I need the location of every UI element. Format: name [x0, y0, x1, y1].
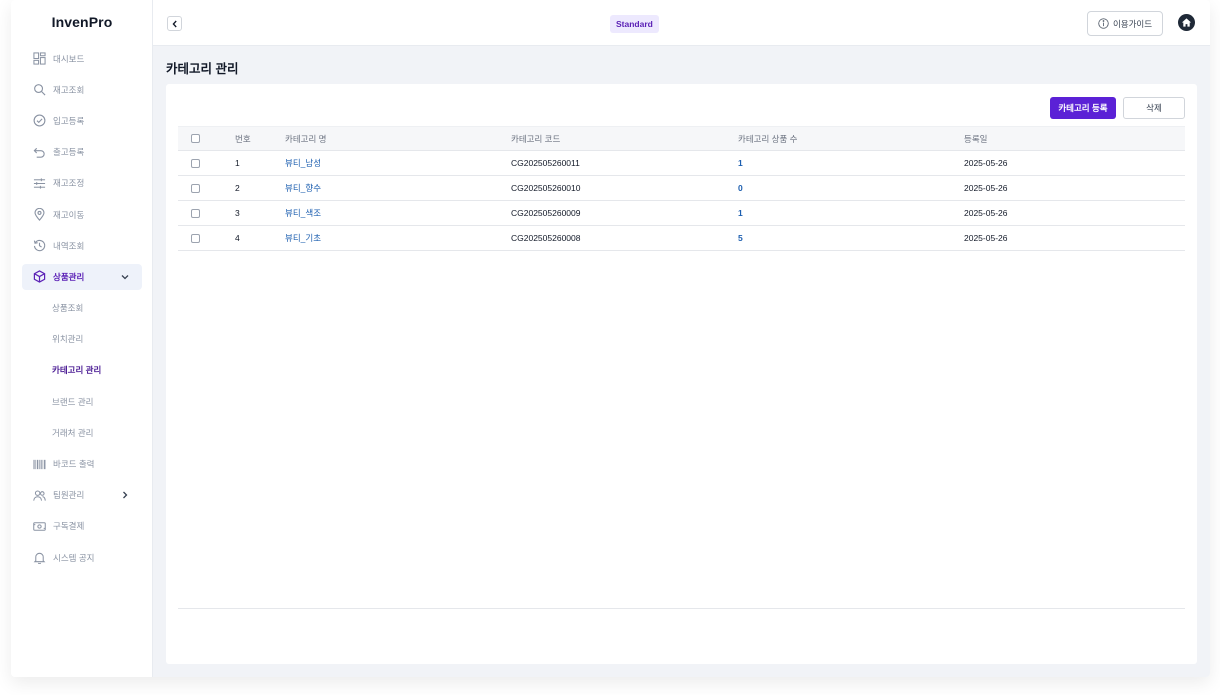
select-all-checkbox[interactable] [191, 134, 200, 143]
sidebar-item-label: 팀원관리 [53, 490, 85, 501]
sidebar-item-label: 출고등록 [53, 147, 85, 158]
category-table: 번호 카테고리 명 카테고리 코드 카테고리 상품 수 등록일 1 뷰티_남성 … [178, 126, 1185, 251]
category-card: 카테고리 등록 삭제 번호 카테고리 명 카테고리 코드 카테고리 상품 수 등… [166, 84, 1197, 664]
row-checkbox[interactable] [191, 208, 200, 218]
sidebar-subitem-product-search[interactable]: 상품조회 [22, 293, 142, 324]
history-icon [32, 239, 46, 253]
category-name-link[interactable]: 뷰티_기초 [285, 233, 321, 243]
user-guide-label: 이용가이드 [1112, 18, 1153, 29]
top-header: Standard 이용가이드 [153, 0, 1210, 46]
chevron-right-icon[interactable] [120, 490, 130, 500]
sidebar-item-dashboard[interactable]: 대시보드 [22, 43, 142, 74]
page-title: 카테고리 관리 [166, 62, 239, 76]
row-no: 1 [235, 158, 240, 168]
register-category-button[interactable]: 카테고리 등록 [1050, 97, 1116, 119]
row-checkbox[interactable] [191, 233, 200, 243]
sidebar-item-transfer[interactable]: 재고이동 [22, 199, 142, 230]
sidebar-item-history[interactable]: 내역조회 [22, 230, 142, 261]
row-date: 2025-05-26 [964, 208, 1008, 218]
row-no: 3 [235, 208, 240, 218]
check-circle-icon [32, 114, 46, 128]
location-pin-icon [32, 208, 46, 222]
product-count[interactable]: 1 [738, 158, 743, 168]
row-no: 4 [235, 233, 240, 243]
sidebar-item-team[interactable]: 팀원관리 [22, 480, 142, 511]
sidebar-subitem-brand[interactable]: 브랜드 관리 [22, 386, 142, 417]
category-name-link[interactable]: 뷰티_향수 [285, 183, 321, 193]
box-icon [32, 270, 46, 284]
search-icon [32, 83, 46, 97]
sidebar-subitem-location[interactable]: 위치관리 [22, 324, 142, 355]
users-icon [32, 488, 46, 502]
sidebar-subitem-category[interactable]: 카테고리 관리 [22, 355, 142, 386]
sidebar-item-label: 내역조회 [53, 240, 85, 251]
sidebar-item-label: 시스템 공지 [53, 552, 95, 563]
sidebar-item-label: 대시보드 [53, 53, 85, 64]
payment-icon [32, 519, 46, 533]
sidebar-subitem-vendor[interactable]: 거래처 관리 [22, 417, 142, 448]
table-footer-divider [178, 608, 1185, 609]
bell-icon [32, 551, 46, 565]
product-count[interactable]: 5 [738, 233, 743, 243]
app-logo[interactable]: InvenPro [11, 14, 153, 30]
main-content: 카테고리 관리 카테고리 등록 삭제 번호 카테고리 명 카테고리 코드 카테고… [153, 46, 1210, 677]
sidebar-item-label: 바코드 출력 [53, 459, 95, 470]
row-date: 2025-05-26 [964, 183, 1008, 193]
row-date: 2025-05-26 [964, 233, 1008, 243]
sidebar-item-label: 재고조정 [53, 178, 85, 189]
column-header-name: 카테고리 명 [285, 133, 327, 144]
table-row: 2 뷰티_향수 CG202505260010 0 2025-05-26 [178, 176, 1185, 201]
sidebar-item-inbound[interactable]: 입고등록 [22, 105, 142, 136]
plan-badge: Standard [610, 15, 659, 33]
category-name-link[interactable]: 뷰티_남성 [285, 158, 321, 168]
sidebar-nav: 대시보드 재고조회 입고등록 출고등록 재고조정 재고이동 내역조회 상품관리 … [22, 43, 142, 573]
sidebar-item-products[interactable]: 상품관리 [22, 263, 142, 290]
row-code: CG202505260009 [511, 208, 581, 218]
sidebar-item-label: 상품관리 [53, 271, 85, 282]
table-row: 3 뷰티_색조 CG202505260009 1 2025-05-26 [178, 201, 1185, 226]
column-header-count: 카테고리 상품 수 [738, 133, 798, 144]
column-header-date: 등록일 [964, 133, 988, 144]
row-code: CG202505260010 [511, 183, 581, 193]
column-header-code: 카테고리 코드 [511, 133, 561, 144]
category-name-link[interactable]: 뷰티_색조 [285, 208, 321, 218]
barcode-icon [32, 457, 46, 471]
sidebar-item-subscription[interactable]: 구독결제 [22, 511, 142, 542]
sidebar-item-notice[interactable]: 시스템 공지 [22, 542, 142, 573]
info-icon [1098, 18, 1109, 29]
sliders-icon [32, 176, 46, 190]
column-header-no: 번호 [235, 133, 251, 144]
sidebar-item-label: 구독결제 [53, 521, 85, 532]
sidebar-item-barcode[interactable]: 바코드 출력 [22, 448, 142, 479]
row-date: 2025-05-26 [964, 158, 1008, 168]
sidebar-item-inventory-search[interactable]: 재고조회 [22, 74, 142, 105]
home-icon [1181, 18, 1192, 27]
home-button[interactable] [1178, 14, 1195, 31]
user-guide-button[interactable]: 이용가이드 [1087, 11, 1163, 36]
table-row: 1 뷰티_남성 CG202505260011 1 2025-05-26 [178, 151, 1185, 176]
sidebar-item-label: 재고조회 [53, 84, 85, 95]
product-count[interactable]: 0 [738, 183, 743, 193]
sidebar-item-adjust[interactable]: 재고조정 [22, 168, 142, 199]
chevron-left-icon [172, 20, 177, 27]
row-code: CG202505260008 [511, 233, 581, 243]
table-header: 번호 카테고리 명 카테고리 코드 카테고리 상품 수 등록일 [178, 126, 1185, 151]
row-checkbox[interactable] [191, 158, 200, 168]
row-checkbox[interactable] [191, 183, 200, 193]
product-count[interactable]: 1 [738, 208, 743, 218]
sidebar: InvenPro 대시보드 재고조회 입고등록 출고등록 재고조정 재고이동 내… [11, 0, 153, 677]
row-code: CG202505260011 [511, 158, 580, 168]
delete-button[interactable]: 삭제 [1123, 97, 1185, 119]
sidebar-item-label: 재고이동 [53, 209, 85, 220]
row-no: 2 [235, 183, 240, 193]
table-row: 4 뷰티_기초 CG202505260008 5 2025-05-26 [178, 226, 1185, 251]
back-button[interactable] [167, 16, 182, 31]
app-window: InvenPro 대시보드 재고조회 입고등록 출고등록 재고조정 재고이동 내… [11, 0, 1210, 677]
chevron-down-icon[interactable] [120, 272, 130, 282]
sidebar-item-outbound[interactable]: 출고등록 [22, 137, 142, 168]
undo-icon [32, 145, 46, 159]
dashboard-icon [32, 52, 46, 66]
sidebar-item-label: 입고등록 [53, 115, 85, 126]
